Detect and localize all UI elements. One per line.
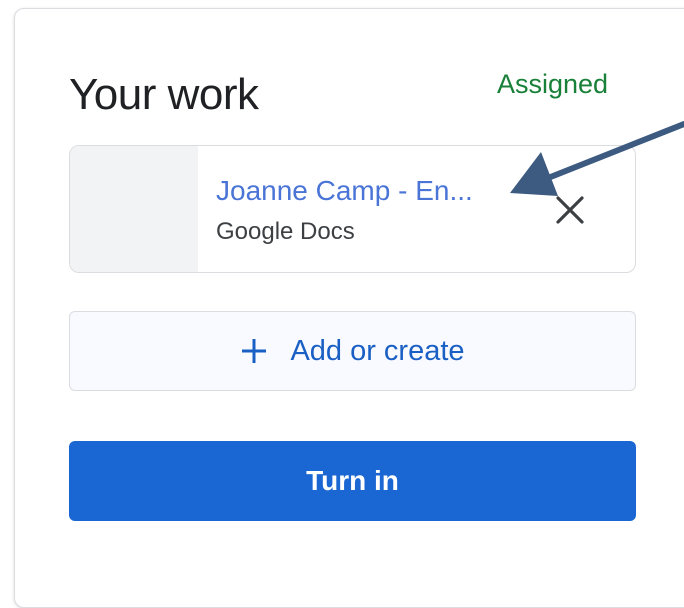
close-icon xyxy=(556,196,584,224)
attachment-card[interactable]: Joanne Camp - En... Google Docs xyxy=(69,145,636,273)
add-or-create-button[interactable]: Add or create xyxy=(69,311,636,391)
attachment-thumbnail xyxy=(70,146,198,272)
assignment-status-label: Assigned xyxy=(497,69,609,99)
turn-in-button[interactable]: Turn in xyxy=(69,441,636,521)
turn-in-label: Turn in xyxy=(306,465,399,496)
attachment-title-link[interactable]: Joanne Camp - En... xyxy=(216,174,473,208)
add-or-create-label: Add or create xyxy=(290,335,465,367)
attachment-type-label: Google Docs xyxy=(216,218,355,245)
plus-icon xyxy=(242,339,267,363)
your-work-title: Your work xyxy=(69,70,259,119)
remove-attachment-button[interactable] xyxy=(546,186,594,234)
